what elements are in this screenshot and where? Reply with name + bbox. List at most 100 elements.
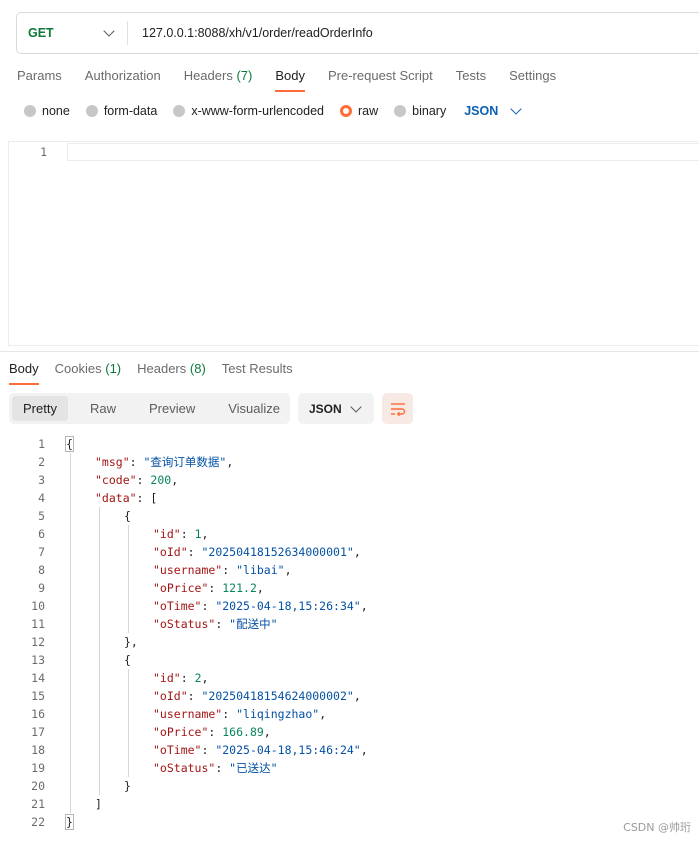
code-token: , — [201, 527, 209, 541]
code-text: "oPrice": 166.89, — [153, 723, 271, 741]
url-input[interactable]: 127.0.0.1:8088/xh/v1/order/readOrderInfo — [128, 26, 373, 40]
line-number: 8 — [38, 563, 45, 577]
code-token: "id" — [153, 527, 181, 541]
request-body-editor[interactable]: 1 — [8, 141, 699, 346]
view-visualize-button[interactable]: Visualize — [217, 396, 291, 421]
code-token: ] — [95, 797, 102, 811]
indent-guide — [128, 669, 129, 777]
line-number: 16 — [31, 707, 45, 721]
code-text: "oId": "20250418154624000002", — [153, 687, 361, 705]
view-pretty-button[interactable]: Pretty — [12, 396, 68, 421]
tab-body[interactable]: Body — [275, 68, 305, 92]
code-token: , — [201, 671, 209, 685]
tab-test-results[interactable]: Test Results — [222, 361, 293, 385]
line-number: 4 — [38, 491, 45, 505]
line-number: 1 — [38, 437, 45, 451]
indent-guide — [99, 507, 100, 795]
code-token: "oPrice" — [153, 725, 209, 739]
code-token: : — [129, 455, 144, 469]
code-line: 11 "oStatus": "配送中" — [0, 615, 699, 633]
method-select[interactable]: GET — [17, 13, 127, 53]
code-token: , — [256, 581, 264, 595]
response-format-select[interactable]: JSON — [298, 393, 374, 424]
chevron-down-icon — [103, 25, 115, 37]
radio-binary[interactable]: binary — [394, 104, 446, 118]
code-text: { — [124, 507, 131, 525]
tab-pre-request-script[interactable]: Pre-request Script — [328, 68, 433, 92]
radio-none[interactable]: none — [24, 104, 70, 118]
code-token: : — [187, 545, 202, 559]
code-token: : — [180, 671, 195, 685]
tab-response-headers[interactable]: Headers (8) — [137, 361, 206, 385]
tab-authorization[interactable]: Authorization — [85, 68, 161, 92]
code-token: : — [180, 527, 195, 541]
tab-headers[interactable]: Headers (7) — [184, 68, 253, 92]
code-text: "oTime": "2025-04-18,15:46:24", — [153, 741, 368, 759]
line-number: 19 — [31, 761, 45, 775]
code-token: "20250418152634000001" — [201, 545, 354, 559]
radio-raw[interactable]: raw — [340, 104, 378, 118]
code-token: : — [201, 743, 216, 757]
indent-guide — [128, 525, 129, 633]
tab-tests[interactable]: Tests — [456, 68, 486, 92]
code-line: 16 "username": "liqingzhao", — [0, 705, 699, 723]
code-line: 7 "oId": "20250418152634000001", — [0, 543, 699, 561]
code-text: { — [65, 435, 74, 453]
code-line: 5{ — [0, 507, 699, 525]
code-token: "oTime" — [153, 743, 202, 757]
wrap-lines-button[interactable] — [382, 393, 413, 424]
code-line: 13 { — [0, 651, 699, 669]
body-format-select[interactable]: JSON — [464, 103, 522, 118]
radio-dot — [85, 105, 98, 117]
tab-settings[interactable]: Settings — [509, 68, 556, 92]
code-line: 3 "code": 200, — [0, 471, 699, 489]
code-token: , — [360, 599, 368, 613]
view-preview-button[interactable]: Preview — [138, 396, 206, 421]
body-type-radios: none form-data x-www-form-urlencoded raw… — [24, 103, 522, 118]
tab-response-body[interactable]: Body — [9, 361, 39, 385]
radio-x-www-form-urlencoded[interactable]: x-www-form-urlencoded — [173, 104, 324, 118]
tab-cookies[interactable]: Cookies (1) — [55, 361, 121, 385]
pane-divider[interactable] — [0, 351, 699, 352]
line-number: 14 — [31, 671, 45, 685]
radio-form-data[interactable]: form-data — [85, 104, 157, 118]
response-headers-count: (8) — [189, 361, 206, 376]
code-token: "username" — [153, 707, 223, 721]
cookies-count: (1) — [105, 361, 122, 376]
wrap-lines-icon — [390, 402, 405, 416]
code-token: "配送中" — [229, 617, 278, 631]
code-text: } — [124, 777, 131, 795]
code-token: "2025-04-18,15:46:24" — [215, 743, 361, 757]
line-number: 5 — [38, 509, 45, 523]
code-line: 1{ — [0, 435, 699, 453]
code-line: 9 "oPrice": 121.2, — [0, 579, 699, 597]
code-text: "id": 1, — [153, 525, 208, 543]
response-body-viewer[interactable]: 1{2 "msg": "查询订单数据", 3 "code": 200, 4 "data":… — [0, 435, 699, 831]
code-line: 18 "oTime": "2025-04-18,15:46:24", — [0, 741, 699, 759]
code-token: : [ — [136, 491, 158, 505]
code-token: "oId" — [153, 689, 188, 703]
line-number: 18 — [31, 743, 45, 757]
code-text: "oStatus": "已送达" — [153, 759, 278, 777]
code-token: : — [222, 563, 237, 577]
code-line: 12}, — [0, 633, 699, 651]
code-token: { — [65, 436, 74, 452]
tab-params[interactable]: Params — [17, 68, 62, 92]
line-number: 13 — [31, 653, 45, 667]
code-line: 21] — [0, 795, 699, 813]
view-raw-button[interactable]: Raw — [79, 396, 127, 421]
current-line-highlight — [67, 143, 699, 161]
code-token: "oId" — [153, 545, 188, 559]
code-text: "username": "libai", — [153, 561, 292, 579]
code-token: : — [208, 581, 223, 595]
code-token: "已送达" — [229, 761, 278, 775]
code-token: } — [124, 779, 131, 793]
code-line: 19 "oStatus": "已送达" — [0, 759, 699, 777]
code-line: 22} — [0, 813, 699, 831]
line-number: 20 — [31, 779, 45, 793]
request-tabs: Params Authorization Headers (7) Body Pr… — [17, 68, 579, 92]
line-number: 7 — [38, 545, 45, 559]
code-token: "2025-04-18,15:26:34" — [215, 599, 361, 613]
code-token: "code" — [95, 473, 137, 487]
code-token: , — [353, 545, 361, 559]
